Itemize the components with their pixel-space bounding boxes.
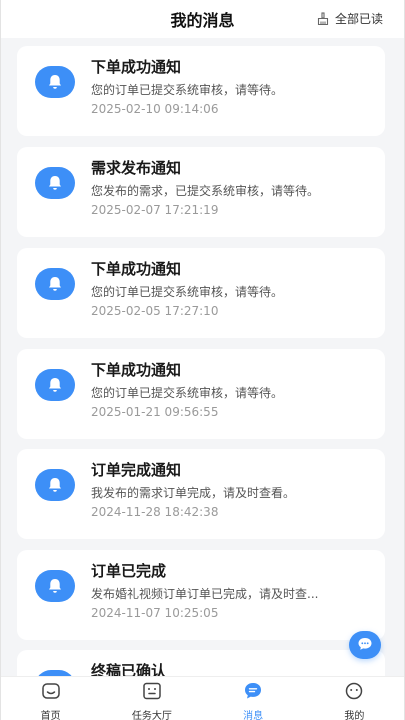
chat-bubble-icon [357, 636, 373, 655]
notification-card[interactable]: 下单成功通知 您的订单已提交系统审核，请等待。 2025-01-21 09:56… [17, 349, 385, 439]
page-title: 我的消息 [170, 11, 235, 30]
notification-time: 2025-02-07 17:21:19 [91, 203, 219, 217]
notification-title: 订单已完成 [91, 562, 167, 580]
notification-body: 我发布的需求订单完成，请及时查看。 [91, 486, 296, 500]
tab-profile-label: 我的 [344, 711, 365, 720]
notification-title: 下单成功通知 [91, 58, 182, 76]
task-hall-icon [142, 682, 162, 704]
tab-messages[interactable]: 消息 [203, 677, 304, 720]
notification-card[interactable]: 订单已完成 发布婚礼视频订单订单已完成，请及时查... 2024-11-07 1… [17, 550, 385, 640]
tab-home[interactable]: 首页 [0, 677, 101, 720]
mark-all-read-label: 全部已读 [334, 12, 383, 26]
notification-body: 您的订单已提交系统审核，请等待。 [91, 386, 284, 400]
notification-title: 需求发布通知 [91, 159, 182, 177]
tab-task-hall-label: 任务大厅 [131, 711, 172, 720]
bottom-tab-bar: 首页 任务大厅 消息 我的 [0, 676, 405, 720]
profile-icon [344, 682, 364, 704]
tab-task-hall[interactable]: 任务大厅 [101, 677, 202, 720]
notification-card[interactable]: 下单成功通知 您的订单已提交系统审核，请等待。 2025-02-05 17:27… [17, 248, 385, 338]
bell-icon [35, 167, 75, 199]
notification-list[interactable]: 下单成功通知 您的订单已提交系统审核，请等待。 2025-02-10 09:14… [0, 38, 405, 676]
customer-service-button[interactable] [349, 631, 381, 659]
mark-all-read-button[interactable]: 全部已读 [316, 10, 383, 27]
notification-time: 2025-02-10 09:14:06 [91, 102, 219, 116]
bell-icon [35, 268, 75, 300]
notification-body: 您的订单已提交系统审核，请等待。 [91, 83, 284, 97]
bell-icon [35, 369, 75, 401]
bell-icon [35, 570, 75, 602]
notification-title: 订单完成通知 [91, 461, 182, 479]
notification-card[interactable]: 订单完成通知 我发布的需求订单完成，请及时查看。 2024-11-28 18:4… [17, 449, 385, 539]
broom-icon [316, 11, 330, 26]
notification-time: 2025-02-05 17:27:10 [91, 304, 219, 318]
notification-title: 终稿已确认 [91, 662, 167, 676]
notification-card[interactable]: 需求发布通知 您发布的需求，已提交系统审核，请等待。 2025-02-07 17… [17, 147, 385, 237]
notification-title: 下单成功通知 [91, 361, 182, 379]
tab-messages-label: 消息 [243, 711, 264, 720]
header: 我的消息 全部已读 [0, 0, 405, 38]
notification-time: 2024-11-07 10:25:05 [91, 606, 219, 620]
bell-icon [35, 469, 75, 501]
notification-body: 发布婚礼视频订单订单已完成，请及时查... [91, 587, 319, 601]
notification-card[interactable]: 终稿已确认 [17, 650, 385, 676]
notification-title: 下单成功通知 [91, 260, 182, 278]
message-icon [243, 682, 263, 704]
tab-home-label: 首页 [40, 711, 61, 720]
notification-card[interactable]: 下单成功通知 您的订单已提交系统审核，请等待。 2025-02-10 09:14… [17, 46, 385, 136]
bell-icon [35, 66, 75, 98]
notification-body: 您发布的需求，已提交系统审核，请等待。 [91, 184, 320, 198]
tab-profile[interactable]: 我的 [304, 677, 405, 720]
notification-body: 您的订单已提交系统审核，请等待。 [91, 285, 284, 299]
notification-time: 2024-11-28 18:42:38 [91, 505, 219, 519]
home-icon [41, 682, 61, 704]
notification-time: 2025-01-21 09:56:55 [91, 405, 219, 419]
